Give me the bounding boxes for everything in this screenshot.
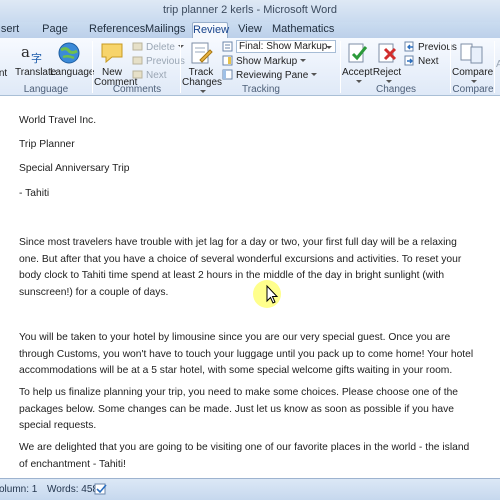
title-bar: trip planner 2 kerls - Microsoft Word — [0, 0, 500, 22]
track-changes-icon — [191, 42, 213, 64]
show-markup-button[interactable]: Show Markup — [222, 55, 307, 68]
next-change-button[interactable]: Next — [404, 55, 439, 68]
previous-change-icon — [404, 41, 414, 52]
next-comment-button[interactable]: Next — [132, 69, 167, 82]
doc-line-subtitle: Special Anniversary Trip — [19, 163, 130, 174]
chevron-down-icon — [355, 80, 362, 83]
changes-group: Accept Reject Previous Next Changes — [342, 38, 457, 96]
doc-paragraph: To help us finalize planning your trip, … — [19, 387, 459, 431]
document-page[interactable]: World Travel Inc. Trip Planner Special A… — [0, 97, 500, 478]
delete-comment-icon — [132, 42, 143, 51]
compare-button[interactable]: Compare — [452, 40, 494, 88]
language-group-label: Language — [23, 84, 69, 95]
comments-group-label: Comments — [112, 84, 162, 95]
previous-comment-icon — [132, 56, 143, 65]
delete-comment-button[interactable]: Delete — [132, 41, 184, 54]
group-separator — [180, 41, 181, 93]
previous-comment-button[interactable]: Previous — [132, 55, 185, 68]
compare-icon — [460, 43, 483, 64]
chevron-down-icon — [300, 59, 307, 62]
status-bar: olumn: 1 Words: 458 — [0, 478, 500, 500]
display-for-review-value: Final: Show Markup — [239, 41, 328, 52]
doc-line-destination: - Tahiti — [19, 188, 50, 199]
word-count[interactable]: Words: 458 — [47, 484, 98, 495]
tab-insert[interactable]: sert — [0, 22, 20, 38]
next-change-label: Next — [418, 56, 439, 67]
language-label: Language — [50, 67, 95, 78]
group-separator — [450, 41, 451, 93]
doc-paragraph: We are delighted that you are going to b… — [19, 442, 470, 470]
accept-button[interactable]: Accept — [342, 40, 373, 88]
delete-label: Delete — [146, 42, 175, 53]
group-separator — [92, 41, 93, 93]
chevron-down-icon — [385, 80, 392, 83]
doc-line-title: Trip Planner — [19, 139, 75, 150]
display-for-review-icon — [222, 41, 233, 52]
tab-view[interactable]: View — [236, 22, 264, 38]
next-comment-icon — [132, 70, 143, 79]
tracking-group-label: Tracking — [242, 84, 280, 95]
accept-icon — [348, 43, 368, 63]
compare-label: Compare — [452, 67, 494, 78]
translate-button[interactable]: a 字 Translate — [15, 40, 56, 78]
doc-paragraph: You will be taken to your hotel by limou… — [19, 332, 474, 376]
chevron-down-icon — [326, 46, 332, 49]
partial-ribbon-item[interactable]: A — [496, 58, 500, 71]
display-for-review-select[interactable]: Final: Show Markup — [236, 40, 336, 53]
partial-button-label[interactable]: nt — [0, 69, 10, 79]
ribbon-tabs: sert Page Layout References Mailings Rev… — [0, 22, 500, 50]
mouse-cursor-icon — [253, 280, 281, 308]
changes-group-label: Changes — [375, 84, 417, 95]
translate-icon: a 字 — [21, 43, 42, 65]
tab-mathematics[interactable]: Mathematics — [272, 22, 334, 38]
chevron-down-icon — [470, 80, 477, 83]
language-button[interactable]: Language — [50, 40, 95, 78]
reject-button[interactable]: Reject — [372, 40, 402, 88]
reviewing-pane-icon — [222, 69, 233, 80]
next-comment-label: Next — [146, 70, 167, 81]
reviewing-pane-button[interactable]: Reviewing Pane — [222, 69, 318, 82]
show-markup-icon — [222, 55, 233, 66]
compare-group: Compare Compare — [452, 38, 494, 96]
ribbon: nt a 字 Translate Language Language New C — [0, 38, 500, 96]
reviewing-pane-label: Reviewing Pane — [236, 70, 309, 81]
svg-text:字: 字 — [31, 51, 42, 65]
show-markup-label: Show Markup — [236, 56, 298, 67]
chevron-down-icon — [311, 73, 318, 76]
compare-group-label: Compare — [452, 84, 494, 95]
display-for-review-icon-wrap — [222, 41, 236, 54]
group-separator — [340, 41, 341, 93]
accept-label: Accept — [342, 67, 373, 78]
reject-icon — [378, 43, 397, 63]
reject-label: Reject — [372, 67, 402, 78]
doc-paragraph: Since most travelers have trouble with j… — [19, 237, 462, 298]
group-separator — [494, 41, 495, 93]
svg-text:a: a — [21, 43, 30, 61]
tracking-group: Track Changes Final: Show Markup Show Ma… — [182, 38, 340, 96]
tab-references[interactable]: References — [89, 22, 145, 38]
next-change-icon — [404, 55, 414, 66]
new-comment-button[interactable]: New Comment — [94, 40, 137, 88]
language-group: nt a 字 Translate Language Language — [0, 38, 95, 96]
comments-group: New Comment Delete Previous Next Comment… — [94, 38, 185, 96]
proofing-status-icon[interactable] — [94, 483, 108, 496]
window-title: trip planner 2 kerls - Microsoft Word — [162, 4, 338, 16]
globe-icon — [58, 42, 80, 64]
new-comment-icon — [101, 43, 123, 64]
tab-mailings[interactable]: Mailings — [145, 22, 185, 38]
tab-page-layout[interactable]: Page Layout — [27, 22, 83, 50]
previous-change-button[interactable]: Previous — [404, 41, 457, 54]
column-indicator[interactable]: olumn: 1 — [0, 484, 37, 495]
doc-line-company: World Travel Inc. — [19, 115, 97, 126]
tab-review[interactable]: Review — [192, 22, 229, 38]
